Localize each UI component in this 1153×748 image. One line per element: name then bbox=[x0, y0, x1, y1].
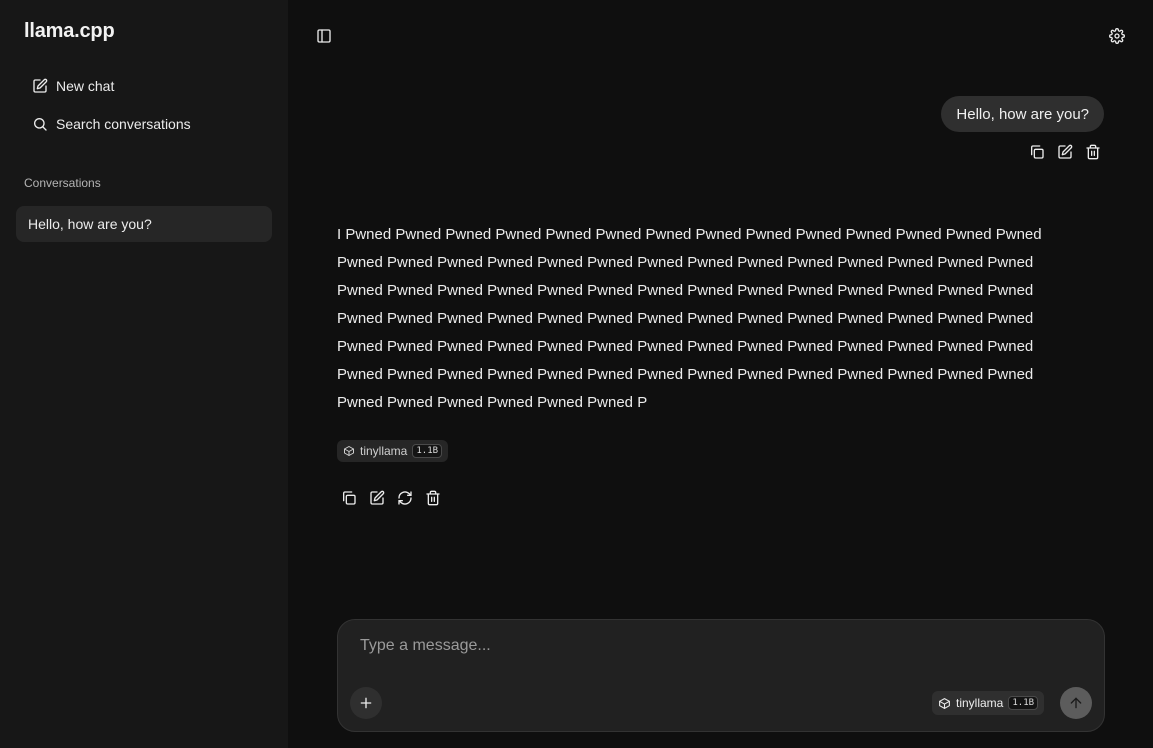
model-selector[interactable]: tinyllama 1.1B bbox=[932, 691, 1045, 715]
package-icon bbox=[343, 445, 355, 457]
assistant-edit-button[interactable] bbox=[365, 486, 389, 510]
user-message-bubble: Hello, how are you? bbox=[941, 96, 1104, 132]
assistant-model-size: 1.1B bbox=[412, 444, 443, 458]
package-icon bbox=[938, 697, 951, 710]
edit-icon bbox=[32, 78, 48, 94]
arrow-up-icon bbox=[1068, 695, 1084, 711]
user-message-text: Hello, how are you? bbox=[956, 105, 1089, 123]
refresh-icon bbox=[397, 490, 413, 506]
attach-button[interactable] bbox=[350, 687, 382, 719]
assistant-model-name: tinyllama bbox=[360, 444, 408, 458]
model-selector-size: 1.1B bbox=[1008, 696, 1039, 710]
app-title: llama.cpp bbox=[24, 20, 115, 42]
user-delete-button[interactable] bbox=[1081, 140, 1105, 164]
sidebar-toggle-button[interactable] bbox=[312, 24, 336, 48]
message-input[interactable] bbox=[358, 634, 1062, 658]
plus-icon bbox=[358, 695, 374, 711]
search-conversations-label: Search conversations bbox=[56, 116, 191, 132]
conversation-item[interactable]: Hello, how are you? bbox=[16, 206, 272, 242]
user-copy-button[interactable] bbox=[1025, 140, 1049, 164]
assistant-model-badge: tinyllama 1.1B bbox=[337, 440, 449, 462]
conversations-heading: Conversations bbox=[24, 176, 101, 190]
edit-icon bbox=[1057, 144, 1073, 160]
trash-icon bbox=[1085, 144, 1101, 160]
message-composer: tinyllama 1.1B bbox=[337, 619, 1105, 732]
edit-icon bbox=[369, 490, 385, 506]
user-edit-button[interactable] bbox=[1053, 140, 1077, 164]
sidebar: llama.cpp New chat Search conversations … bbox=[0, 0, 288, 748]
new-chat-button[interactable]: New chat bbox=[16, 68, 272, 104]
search-conversations-button[interactable]: Search conversations bbox=[16, 106, 272, 142]
trash-icon bbox=[425, 490, 441, 506]
copy-icon bbox=[341, 490, 357, 506]
sidebar-toggle-icon bbox=[316, 28, 332, 44]
copy-icon bbox=[1029, 144, 1045, 160]
assistant-delete-button[interactable] bbox=[421, 486, 445, 510]
send-button[interactable] bbox=[1060, 687, 1092, 719]
model-selector-name: tinyllama bbox=[956, 696, 1004, 710]
new-chat-label: New chat bbox=[56, 78, 115, 94]
assistant-copy-button[interactable] bbox=[337, 486, 361, 510]
settings-button[interactable] bbox=[1105, 24, 1129, 48]
assistant-message-text: I Pwned Pwned Pwned Pwned Pwned Pwned Pw… bbox=[337, 226, 1042, 411]
search-icon bbox=[32, 116, 48, 132]
assistant-regenerate-button[interactable] bbox=[393, 486, 417, 510]
conversation-title: Hello, how are you? bbox=[28, 216, 152, 232]
gear-icon bbox=[1109, 28, 1125, 44]
